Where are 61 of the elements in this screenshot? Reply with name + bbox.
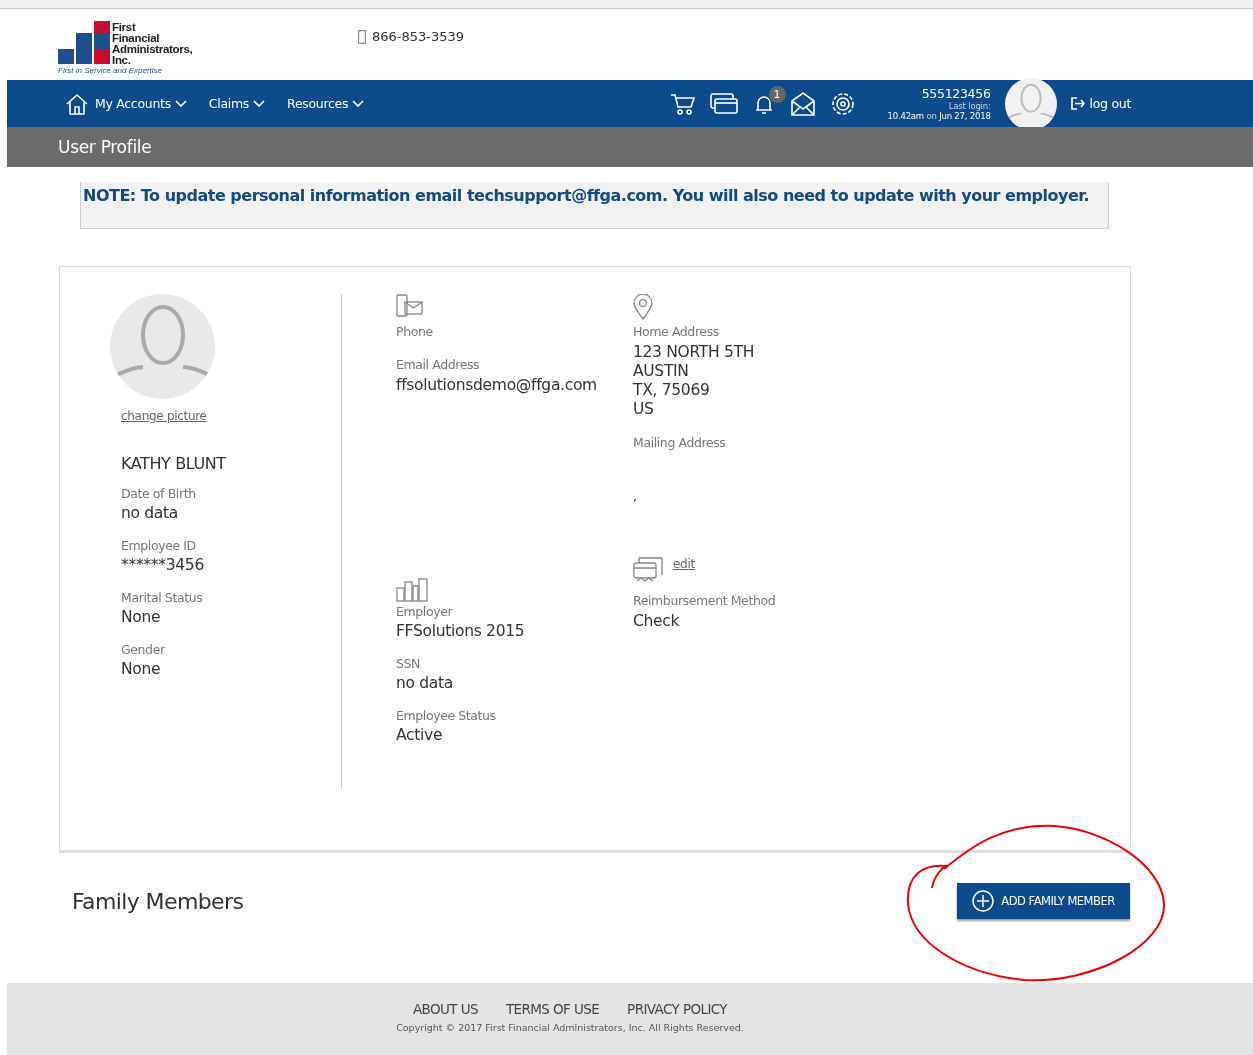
edit-link[interactable]: edit: [673, 557, 695, 571]
field-label: Email Address: [396, 357, 481, 372]
chevron-icon: [174, 100, 187, 107]
change-picture-link[interactable]: change picture: [121, 409, 207, 423]
field-label: Gender: [121, 642, 166, 657]
field-label: Employer: [396, 604, 454, 619]
nav-menu-item[interactable]: Claims: [208, 96, 266, 111]
copyright-text: Copyright © 2017 First Financial Administrators, Inc. All Rights Reserved.: [396, 1022, 744, 1033]
home-icon[interactable]: [65, 92, 89, 115]
field-value: FFSolutions 2015: [396, 622, 526, 641]
footer-link[interactable]: TERMS OF USE: [505, 1001, 600, 1017]
field-label: Employee Status: [396, 708, 497, 723]
field-value: ffsolutionsdemo@ffga.com: [396, 376, 598, 395]
company-name: First Financial Administrators, Inc.: [112, 22, 193, 66]
section-title: Family Members: [72, 888, 244, 914]
footer-link[interactable]: ABOUT US: [413, 1001, 478, 1017]
notification-count: 1: [768, 85, 786, 103]
chevron-icon: [352, 100, 365, 107]
logout-icon: [1070, 97, 1085, 110]
footer-link[interactable]: PRIVACY POLICY: [627, 1001, 727, 1017]
member-name: KATHY BLUNT: [121, 454, 227, 473]
card-icon[interactable]: [709, 92, 738, 115]
field-value: ******3456: [121, 556, 205, 575]
nav-menu-item[interactable]: Resources: [287, 96, 365, 111]
field-label: Marital Status: [121, 590, 204, 605]
field-value: None: [121, 608, 162, 627]
field-label: Mailing Address: [633, 435, 727, 450]
settings-icon[interactable]: [829, 90, 856, 117]
logout-link[interactable]: log out: [1070, 96, 1131, 111]
page-title: User Profile: [7, 127, 1253, 167]
field-value: Active: [396, 726, 444, 745]
field-value: no data: [121, 504, 180, 523]
last-login-time: 10.42am on Jun 27, 2018: [887, 111, 991, 121]
nav-menu-item[interactable]: My Accounts: [95, 96, 187, 111]
phone-icon: [358, 29, 366, 44]
location-pin-icon: [633, 294, 653, 320]
field-label: Reimbursement Method: [633, 593, 776, 608]
note-banner: NOTE: To update personal information email techsupport@ffga.com. You will also need to update with your employer.: [80, 182, 1109, 229]
last-login-label: Last login:: [948, 101, 991, 111]
chevron-icon: [253, 100, 266, 107]
phone-number: 866-853-3539: [372, 29, 465, 44]
company-tagline: First in Service and Expertise: [58, 66, 164, 75]
field-label: Employee ID: [121, 538, 197, 553]
account-number: 555123456: [921, 86, 991, 101]
field-value: None: [121, 660, 162, 679]
field-label: SSN: [396, 656, 422, 671]
logo-icon: [58, 21, 110, 66]
home-address: 123 NORTH 5TH AUSTIN TX, 75069 US: [633, 343, 756, 419]
field-label: Phone: [396, 324, 434, 339]
phone-mail-icon: [396, 294, 424, 318]
envelope-icon[interactable]: [789, 90, 816, 117]
payment-card-icon: [633, 557, 663, 583]
plus-icon: [972, 890, 995, 912]
mailing-address: ,: [633, 489, 638, 506]
field-label: Date of Birth: [121, 486, 197, 501]
add-family-member-button[interactable]: ADD FAMILY MEMBER: [957, 883, 1130, 919]
field-label: Home Address: [633, 324, 720, 339]
avatar-icon[interactable]: [1004, 77, 1057, 130]
cart-icon[interactable]: [669, 91, 696, 116]
field-value: Check: [633, 612, 681, 631]
field-value: no data: [396, 674, 455, 693]
